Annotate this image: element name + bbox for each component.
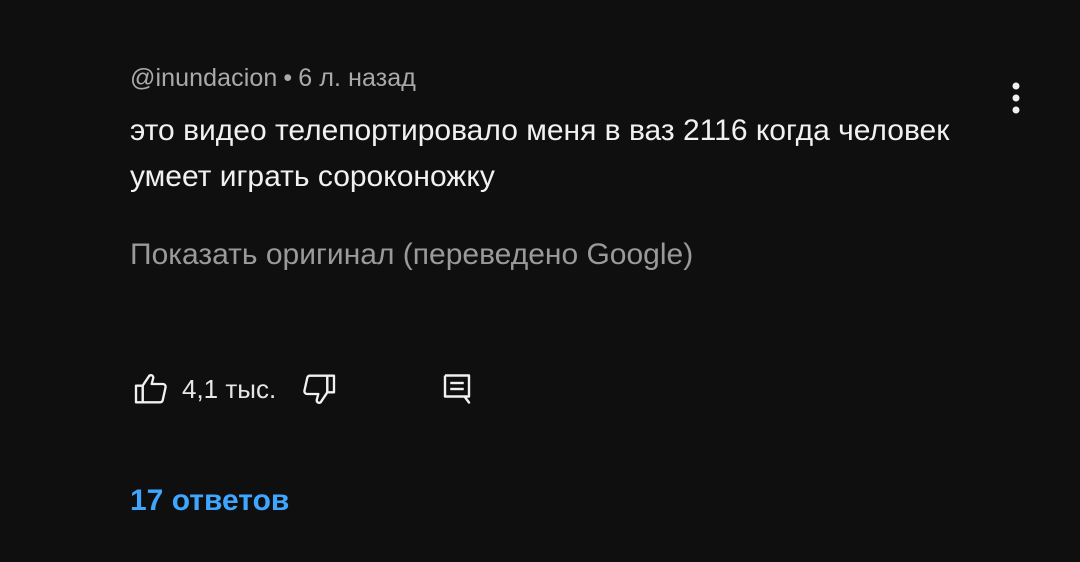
comment-timestamp: 6 л. назад: [298, 64, 416, 92]
reply-button[interactable]: [432, 364, 482, 414]
dislike-button[interactable]: [294, 364, 344, 414]
more-vertical-icon: [1012, 82, 1020, 114]
show-original-toggle[interactable]: Показать оригинал (переведено Google): [130, 238, 693, 272]
like-count: 4,1 тыс.: [182, 373, 277, 404]
comment-icon: [443, 374, 471, 404]
view-replies-button[interactable]: 17 ответов: [130, 484, 289, 518]
more-options-button[interactable]: [1000, 76, 1032, 120]
comment-meta: @inundacion • 6 л. назад: [130, 64, 416, 93]
comment-text: это видео телепортировало меня в ваз 211…: [130, 114, 950, 193]
thumb-up-icon: [134, 374, 167, 404]
comment-card: @inundacion • 6 л. назад это видео телепор…: [0, 0, 1080, 562]
like-button[interactable]: [126, 364, 176, 414]
author-handle[interactable]: @inundacion: [130, 64, 277, 92]
meta-separator: •: [283, 64, 293, 92]
comment-actions: 4,1 тыс.: [126, 364, 482, 414]
thumb-down-icon: [303, 374, 336, 404]
